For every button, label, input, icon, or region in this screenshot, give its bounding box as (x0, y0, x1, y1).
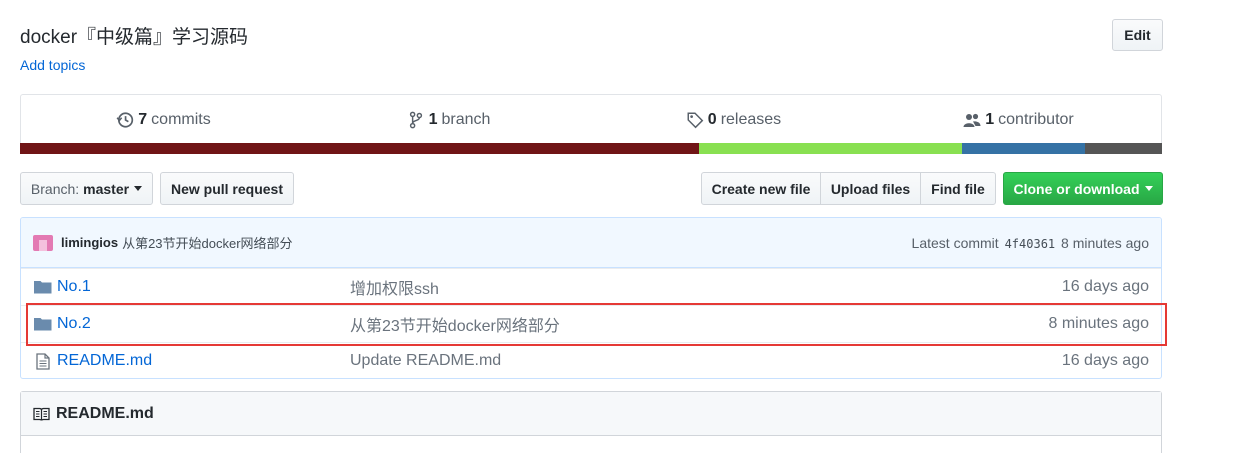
edit-button[interactable]: Edit (1112, 19, 1163, 51)
readme-title: README.md (56, 404, 154, 422)
readme-panel: README.md (20, 391, 1162, 453)
latest-commit-bar: limingios 从第23节开始docker网络部分 Latest commi… (21, 218, 1161, 268)
people-icon (963, 113, 981, 127)
branch-select-label: Branch: (30, 180, 80, 197)
file-commit-message[interactable]: Update README.md (350, 352, 1062, 370)
file-name-link[interactable]: No.1 (57, 278, 350, 296)
table-row: README.md Update README.md 16 days ago (21, 342, 1161, 378)
clone-or-download-label: Clone or download (1013, 180, 1140, 197)
repo-description: docker『中级篇』学习源码 (20, 27, 249, 48)
tag-icon (687, 112, 704, 129)
file-age: 16 days ago (1061, 352, 1149, 369)
releases-count: 0 (707, 111, 717, 128)
commits-link[interactable]: 7 commits (21, 111, 306, 129)
branches-link[interactable]: 1 branch (306, 111, 591, 129)
file-name-link[interactable]: README.md (57, 352, 350, 370)
commit-author[interactable]: limingios (61, 235, 118, 250)
language-bar[interactable] (20, 143, 1162, 154)
new-pull-request-button[interactable]: New pull request (160, 172, 294, 205)
book-icon (33, 407, 50, 421)
language-bar-segment[interactable] (962, 143, 1085, 154)
commit-age: 8 minutes ago (1061, 234, 1149, 251)
branch-icon (409, 111, 422, 129)
contributors-count: 1 (985, 111, 995, 128)
history-icon (116, 112, 134, 128)
caret-down-icon (1144, 186, 1153, 191)
highlight-box (26, 303, 1167, 346)
caret-down-icon (134, 186, 143, 191)
file-list: limingios 从第23节开始docker网络部分 Latest commi… (20, 217, 1162, 379)
file-text-icon (29, 352, 57, 370)
language-bar-segment[interactable] (20, 143, 699, 154)
file-commit-message[interactable]: 增加权限ssh (350, 275, 1062, 299)
upload-files-button[interactable]: Upload files (820, 172, 921, 205)
language-bar-segment[interactable] (698, 143, 963, 154)
find-file-button[interactable]: Find file (920, 172, 996, 205)
commit-sha[interactable]: 4f40361 (1005, 237, 1056, 251)
latest-commit-prefix: Latest commit (911, 234, 999, 251)
commits-count: 7 (138, 111, 148, 128)
contributors-label: contributor (998, 111, 1074, 128)
releases-link[interactable]: 0 releases (591, 111, 876, 129)
language-bar-segment[interactable] (1084, 143, 1162, 154)
clone-or-download-button[interactable]: Clone or download (1003, 172, 1163, 205)
file-age: 16 days ago (1061, 278, 1149, 295)
readme-header: README.md (21, 392, 1161, 436)
table-row: No.1 增加权限ssh 16 days ago (21, 268, 1161, 305)
folder-icon (29, 280, 57, 294)
commits-label: commits (151, 111, 211, 128)
create-new-file-button[interactable]: Create new file (701, 172, 821, 205)
branch-select-button[interactable]: Branch: master (20, 172, 153, 205)
add-topics-link[interactable]: Add topics (20, 57, 85, 73)
releases-label: releases (720, 111, 782, 128)
latest-commit-meta: Latest commit 4f40361 8 minutes ago (912, 235, 1149, 251)
avatar[interactable] (33, 234, 53, 251)
contributors-link[interactable]: 1 contributor (876, 111, 1161, 129)
repo-summary: 7 commits 1 branch 0 releases 1 contribu… (20, 94, 1162, 154)
branches-count: 1 (428, 111, 438, 128)
commit-message[interactable]: 从第23节开始docker网络部分 (122, 233, 292, 252)
branch-select-value: master (83, 180, 130, 197)
branches-label: branch (441, 111, 491, 128)
